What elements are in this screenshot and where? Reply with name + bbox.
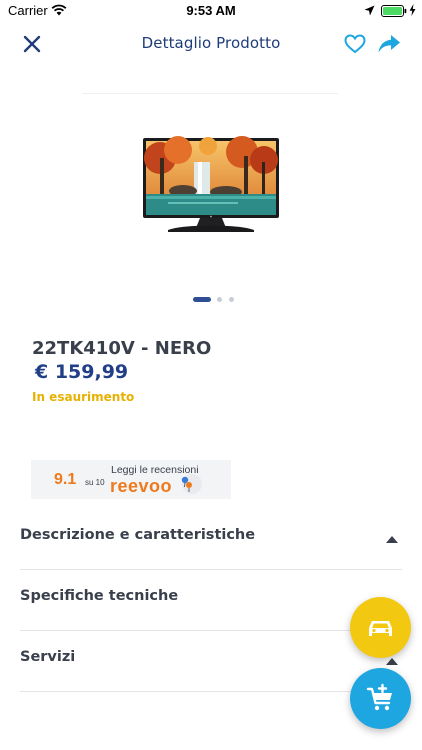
- section-descrizione[interactable]: Descrizione e caratteristiche: [20, 509, 402, 570]
- collapse-caret-icon: [386, 536, 398, 543]
- battery-icon: [381, 5, 407, 21]
- share-icon: [378, 35, 400, 53]
- pager-dot[interactable]: [229, 297, 234, 302]
- charging-bolt-icon: [409, 4, 416, 20]
- share-button[interactable]: [377, 33, 401, 55]
- review-scale: su 10: [85, 478, 105, 487]
- collapse-caret-icon: [386, 658, 398, 665]
- reevoo-logo: reevoo: [110, 476, 173, 496]
- section-label: Specifiche tecniche: [20, 588, 179, 604]
- reviews-widget[interactable]: 9.1 su 10 Leggi le recensioni reevoo: [31, 460, 231, 499]
- pager-dot-active[interactable]: [193, 297, 211, 302]
- status-time: 9:53 AM: [186, 3, 236, 18]
- favorite-button[interactable]: [344, 34, 366, 54]
- location-arrow-icon: [364, 5, 375, 20]
- product-price: € 159,99: [35, 361, 129, 383]
- review-score: 9.1: [54, 471, 77, 488]
- car-icon: [369, 621, 392, 636]
- product-name: 22TK410V - NERO: [32, 338, 212, 359]
- image-pager[interactable]: [0, 297, 422, 303]
- cart-plus-icon: [366, 683, 392, 711]
- pager-dot[interactable]: [217, 297, 222, 302]
- heart-icon: [344, 34, 366, 54]
- section-label: Servizi: [20, 649, 76, 665]
- divider: [82, 93, 338, 94]
- product-image: [143, 136, 279, 232]
- section-label: Descrizione e caratteristiche: [20, 527, 256, 543]
- status-bar: Carrier 9:53 AM: [0, 0, 422, 22]
- add-to-cart-fab[interactable]: [350, 668, 411, 729]
- navigation-bar: Dettaglio Prodotto: [0, 22, 422, 66]
- section-servizi[interactable]: Servizi: [20, 631, 402, 692]
- reevoo-balloon-icon: [176, 472, 206, 500]
- section-specifiche[interactable]: Specifiche tecniche: [20, 570, 402, 631]
- delivery-fab[interactable]: [350, 597, 411, 658]
- availability-status: In esaurimento: [32, 390, 135, 404]
- product-image-carousel[interactable]: [138, 136, 284, 240]
